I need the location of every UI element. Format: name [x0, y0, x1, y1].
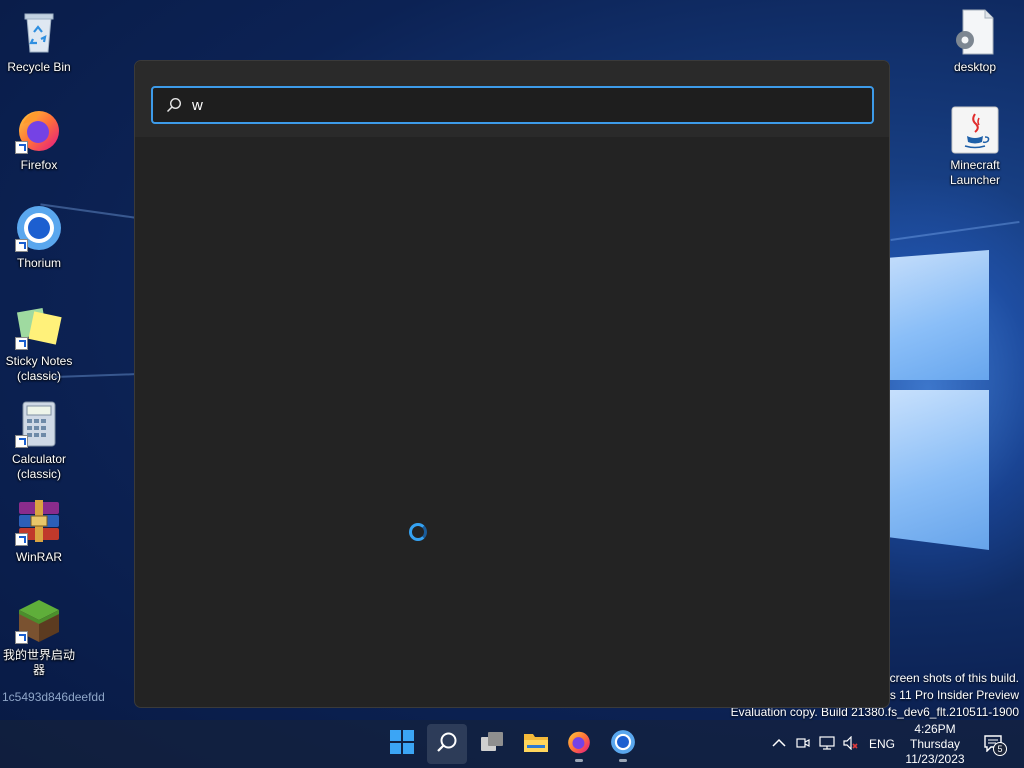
java-icon — [951, 106, 999, 154]
language-indicator: ENG — [869, 737, 896, 751]
network-icon — [819, 735, 835, 753]
tray-camera-button[interactable] — [796, 720, 810, 768]
sticky-notes-icon — [15, 302, 63, 350]
thorium-icon — [610, 729, 636, 760]
running-indicator — [619, 759, 627, 762]
shortcut-arrow-icon — [15, 141, 28, 154]
desktop-icon-minecraft-launcher[interactable]: Minecraft Launcher — [936, 106, 1014, 188]
wallpaper-window-pane — [889, 250, 989, 380]
search-input[interactable] — [192, 96, 872, 114]
desktop-icon-label: 我的世界启动器 — [2, 648, 75, 677]
desktop-icon-label: Calculator (classic) — [11, 452, 67, 481]
taskbar-firefox-button[interactable] — [559, 724, 599, 764]
desktop-icon-label: Minecraft Launcher — [949, 158, 1001, 187]
settings-file-icon — [951, 8, 999, 56]
desktop-icon-firefox[interactable]: Firefox — [0, 106, 78, 173]
running-indicator — [575, 759, 583, 762]
windows-logo-icon — [390, 729, 414, 759]
taskbar-clock[interactable]: 4:26PM Thursday 11/23/2023 — [898, 722, 972, 767]
notification-count-badge: 5 — [993, 742, 1007, 756]
desktop-icon-label: Firefox — [20, 158, 58, 172]
shortcut-arrow-icon — [15, 631, 28, 644]
desktop-icon-winrar[interactable]: WinRAR — [0, 498, 78, 565]
camera-icon — [796, 736, 810, 753]
taskbar-start-button[interactable] — [382, 724, 422, 764]
desktop-icon-label: Recycle Bin — [7, 60, 71, 74]
firefox-icon — [15, 106, 63, 154]
desktop-icon-label: Sticky Notes (classic) — [5, 354, 73, 383]
shortcut-arrow-icon — [15, 533, 28, 546]
desktop-icon-label: desktop — [953, 60, 997, 74]
clock-day: Thursday — [909, 737, 961, 751]
search-icon — [436, 731, 458, 758]
desktop-icon-label: WinRAR — [15, 550, 62, 564]
taskbar-search-button[interactable] — [427, 724, 467, 764]
clock-time: 4:26PM — [914, 722, 956, 736]
desktop-icon-thorium[interactable]: Thorium — [0, 204, 78, 271]
notification-center-button[interactable]: 5 — [983, 720, 1007, 768]
volume-muted-icon — [843, 735, 859, 753]
recycle-bin-icon — [15, 8, 63, 56]
tray-volume-button[interactable] — [843, 720, 859, 768]
folder-icon — [523, 731, 549, 758]
desktop-icon-desktop-file[interactable]: desktop — [936, 8, 1014, 75]
notification-icon: 5 — [983, 734, 1007, 756]
desktop-icon-sticky-notes[interactable]: Sticky Notes (classic) — [0, 302, 78, 384]
winrar-icon — [15, 498, 63, 546]
wallpaper-window-pane — [889, 390, 989, 550]
desktop-icon-minecraft-launcher-cn[interactable]: 我的世界启动器 — [0, 596, 78, 678]
chevron-up-icon — [772, 737, 786, 751]
search-box[interactable] — [151, 86, 874, 124]
desktop-icon-calculator[interactable]: Calculator (classic) — [0, 400, 78, 482]
firefox-icon — [566, 729, 592, 760]
task-view-icon — [480, 731, 504, 758]
tray-overflow-button[interactable] — [772, 720, 786, 768]
minecraft-block-icon — [15, 596, 63, 644]
calculator-icon — [15, 400, 63, 448]
shortcut-arrow-icon — [15, 435, 28, 448]
shortcut-arrow-icon — [15, 337, 28, 350]
desktop-icon-label: Thorium — [16, 256, 61, 270]
tray-language-button[interactable]: ENG — [869, 720, 895, 768]
search-icon — [166, 97, 182, 113]
tray-network-button[interactable] — [819, 720, 835, 768]
thorium-icon — [15, 204, 63, 252]
desktop-stray-text: 1c5493d846deefdd — [2, 690, 105, 704]
loading-spinner-icon — [409, 523, 427, 541]
taskbar-file-explorer-button[interactable] — [516, 724, 556, 764]
taskbar-task-view-button[interactable] — [472, 724, 512, 764]
clock-date: 11/23/2023 — [905, 752, 965, 766]
shortcut-arrow-icon — [15, 239, 28, 252]
taskbar-thorium-button[interactable] — [603, 724, 643, 764]
search-flyout — [134, 60, 890, 708]
desktop-icon-recycle-bin[interactable]: Recycle Bin — [0, 8, 78, 75]
